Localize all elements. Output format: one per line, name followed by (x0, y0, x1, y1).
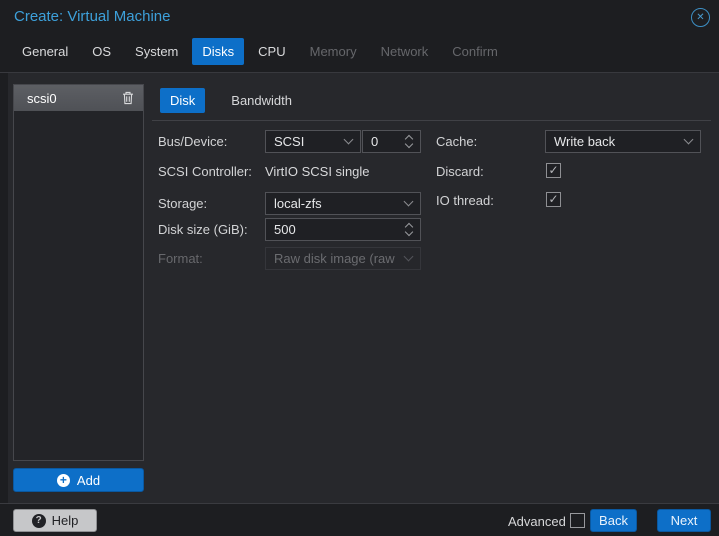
add-disk-button[interactable]: + Add (13, 468, 144, 492)
chevron-down-icon (343, 134, 354, 145)
next-button[interactable]: Next (657, 509, 711, 532)
advanced-label: Advanced (508, 514, 566, 529)
chevron-down-icon (403, 251, 414, 262)
cache-label: Cache: (436, 134, 478, 149)
disk-item-label: scsi0 (27, 90, 57, 106)
back-button[interactable]: Back (590, 509, 637, 532)
disk-tabbar: Disk Bandwidth (160, 88, 302, 113)
tab-bandwidth[interactable]: Bandwidth (221, 88, 302, 113)
spinner-arrows-icon[interactable] (404, 222, 414, 237)
tab-os[interactable]: OS (82, 38, 121, 65)
bus-device-number-stepper[interactable]: 0 (362, 130, 421, 153)
advanced-checkbox[interactable] (570, 513, 585, 528)
tab-disks[interactable]: Disks (192, 38, 245, 65)
discard-checkbox[interactable] (546, 163, 561, 178)
close-icon[interactable]: ✕ (691, 8, 710, 27)
format-select: Raw disk image (raw (265, 247, 421, 270)
disk-size-value: 500 (274, 222, 296, 237)
tab-system[interactable]: System (125, 38, 188, 65)
create-vm-dialog: Create: Virtual Machine ✕ General OS Sys… (0, 0, 719, 536)
tab-disk[interactable]: Disk (160, 88, 206, 113)
cache-select[interactable]: Write back (545, 130, 701, 153)
scsi-controller-label: SCSI Controller: (158, 164, 252, 179)
tab-general[interactable]: General (12, 38, 78, 65)
disk-list-item-scsi0[interactable]: scsi0 (14, 85, 143, 111)
bus-device-value: SCSI (274, 134, 305, 149)
format-value: Raw disk image (raw (274, 251, 395, 266)
disk-list: scsi0 (13, 84, 144, 461)
scsi-controller-value: VirtIO SCSI single (265, 164, 370, 179)
disk-size-label: Disk size (GiB): (158, 222, 248, 237)
help-button-label: Help (51, 513, 79, 528)
storage-value: local-zfs (274, 196, 322, 211)
disk-size-stepper[interactable]: 500 (265, 218, 421, 241)
tab-cpu[interactable]: CPU (248, 38, 295, 65)
bus-device-label: Bus/Device: (158, 134, 228, 149)
tab-memory: Memory (309, 44, 357, 59)
trash-icon[interactable] (122, 91, 134, 105)
bus-device-select[interactable]: SCSI (265, 130, 361, 153)
disk-tab-divider (152, 120, 711, 121)
help-button[interactable]: ? Help (13, 509, 97, 532)
storage-select[interactable]: local-zfs (265, 192, 421, 215)
cache-value: Write back (554, 134, 616, 149)
footer-divider (0, 503, 719, 504)
format-label: Format: (158, 251, 203, 266)
tab-confirm: Confirm (452, 44, 498, 59)
io-thread-label: IO thread: (436, 193, 494, 208)
chevron-down-icon (683, 134, 694, 145)
discard-label: Discard: (436, 164, 484, 179)
storage-label: Storage: (158, 196, 208, 211)
io-thread-checkbox[interactable] (546, 192, 561, 207)
chevron-down-icon (403, 196, 414, 207)
wizard-tabbar: General OS System Disks CPU Memory Netwo… (12, 38, 508, 65)
spinner-arrows-icon[interactable] (404, 134, 414, 149)
question-circle-icon: ? (31, 513, 46, 528)
add-button-label: Add (76, 472, 101, 488)
bus-device-number-value: 0 (371, 134, 379, 149)
tab-network: Network (380, 44, 429, 59)
page-title: Create: Virtual Machine (14, 8, 171, 25)
plus-circle-icon: + (56, 473, 70, 487)
